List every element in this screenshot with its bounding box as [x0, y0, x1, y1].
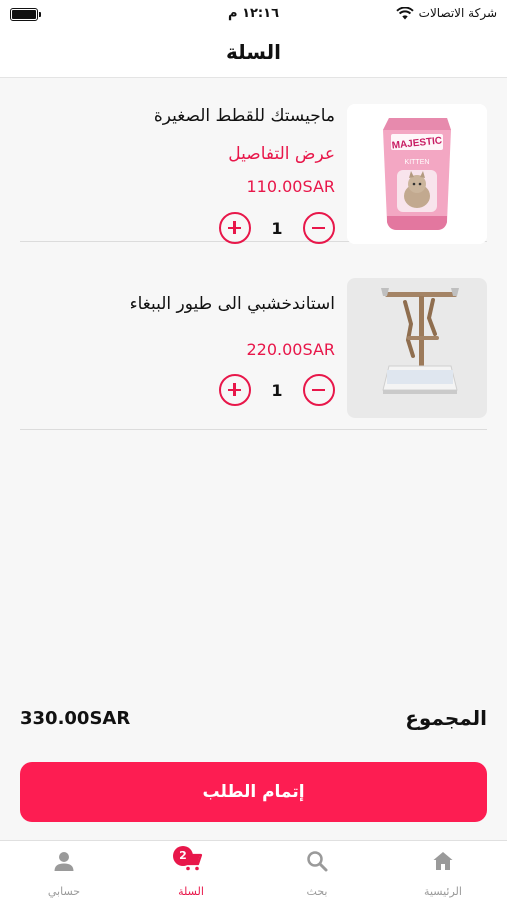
view-details-link[interactable]: عرض التفاصيل — [228, 144, 335, 164]
bottom-tab-bar: الرئيسية بحث 2 السلة حسابي — [0, 840, 507, 900]
product-name[interactable]: استاندخشبي الى طيور الببغاء — [130, 294, 335, 314]
cart-item: استاندخشبي الى طيور الببغاء 220.00SAR 1 — [20, 268, 487, 430]
search-icon — [307, 851, 328, 872]
product-price: 110.00SAR — [246, 177, 336, 196]
increase-quantity-button[interactable] — [219, 374, 251, 406]
tab-label: حسابي — [47, 885, 81, 898]
quantity-stepper: 1 — [219, 374, 335, 406]
tab-label: السلة — [178, 885, 204, 898]
cart-item: MAJESTIC KITTEN ماجيستك للقطط الصغيرة عر… — [20, 80, 487, 244]
product-name[interactable]: ماجيستك للقطط الصغيرة — [154, 106, 335, 126]
page-header: السلة — [0, 30, 507, 78]
cart-count-badge: 2 — [173, 846, 193, 866]
user-icon — [54, 852, 74, 871]
quantity-value: 1 — [271, 380, 283, 400]
product-image[interactable]: MAJESTIC KITTEN — [347, 104, 487, 244]
checkout-button[interactable]: إتمام الطلب — [20, 762, 487, 822]
home-icon — [433, 852, 453, 870]
tab-cart[interactable]: 2 السلة — [141, 841, 241, 900]
tab-search[interactable]: بحث — [267, 841, 367, 900]
status-bar: شركة الاتصالات ١٢:١٦ م — [0, 0, 507, 30]
battery-icon — [10, 8, 41, 21]
minus-icon — [312, 226, 325, 229]
increase-quantity-button[interactable] — [219, 212, 251, 244]
product-image[interactable] — [347, 278, 487, 418]
quantity-stepper: 1 — [219, 212, 335, 244]
total-label: المجموع — [405, 706, 487, 730]
total-value: 330.00SAR — [20, 708, 131, 729]
quantity-value: 1 — [271, 218, 283, 238]
tab-label: الرئيسية — [424, 885, 462, 898]
status-time: ١٢:١٦ م — [228, 6, 279, 21]
svg-text:KITTEN: KITTEN — [405, 159, 430, 166]
product-price: 220.00SAR — [246, 340, 336, 359]
order-total: المجموع 330.00SAR — [20, 706, 487, 736]
page-title: السلة — [225, 40, 281, 64]
tab-account[interactable]: حسابي — [14, 841, 114, 900]
decrease-quantity-button[interactable] — [303, 212, 335, 244]
tab-label: بحث — [306, 885, 328, 898]
decrease-quantity-button[interactable] — [303, 374, 335, 406]
minus-icon — [312, 388, 325, 391]
tab-home[interactable]: الرئيسية — [393, 841, 493, 900]
